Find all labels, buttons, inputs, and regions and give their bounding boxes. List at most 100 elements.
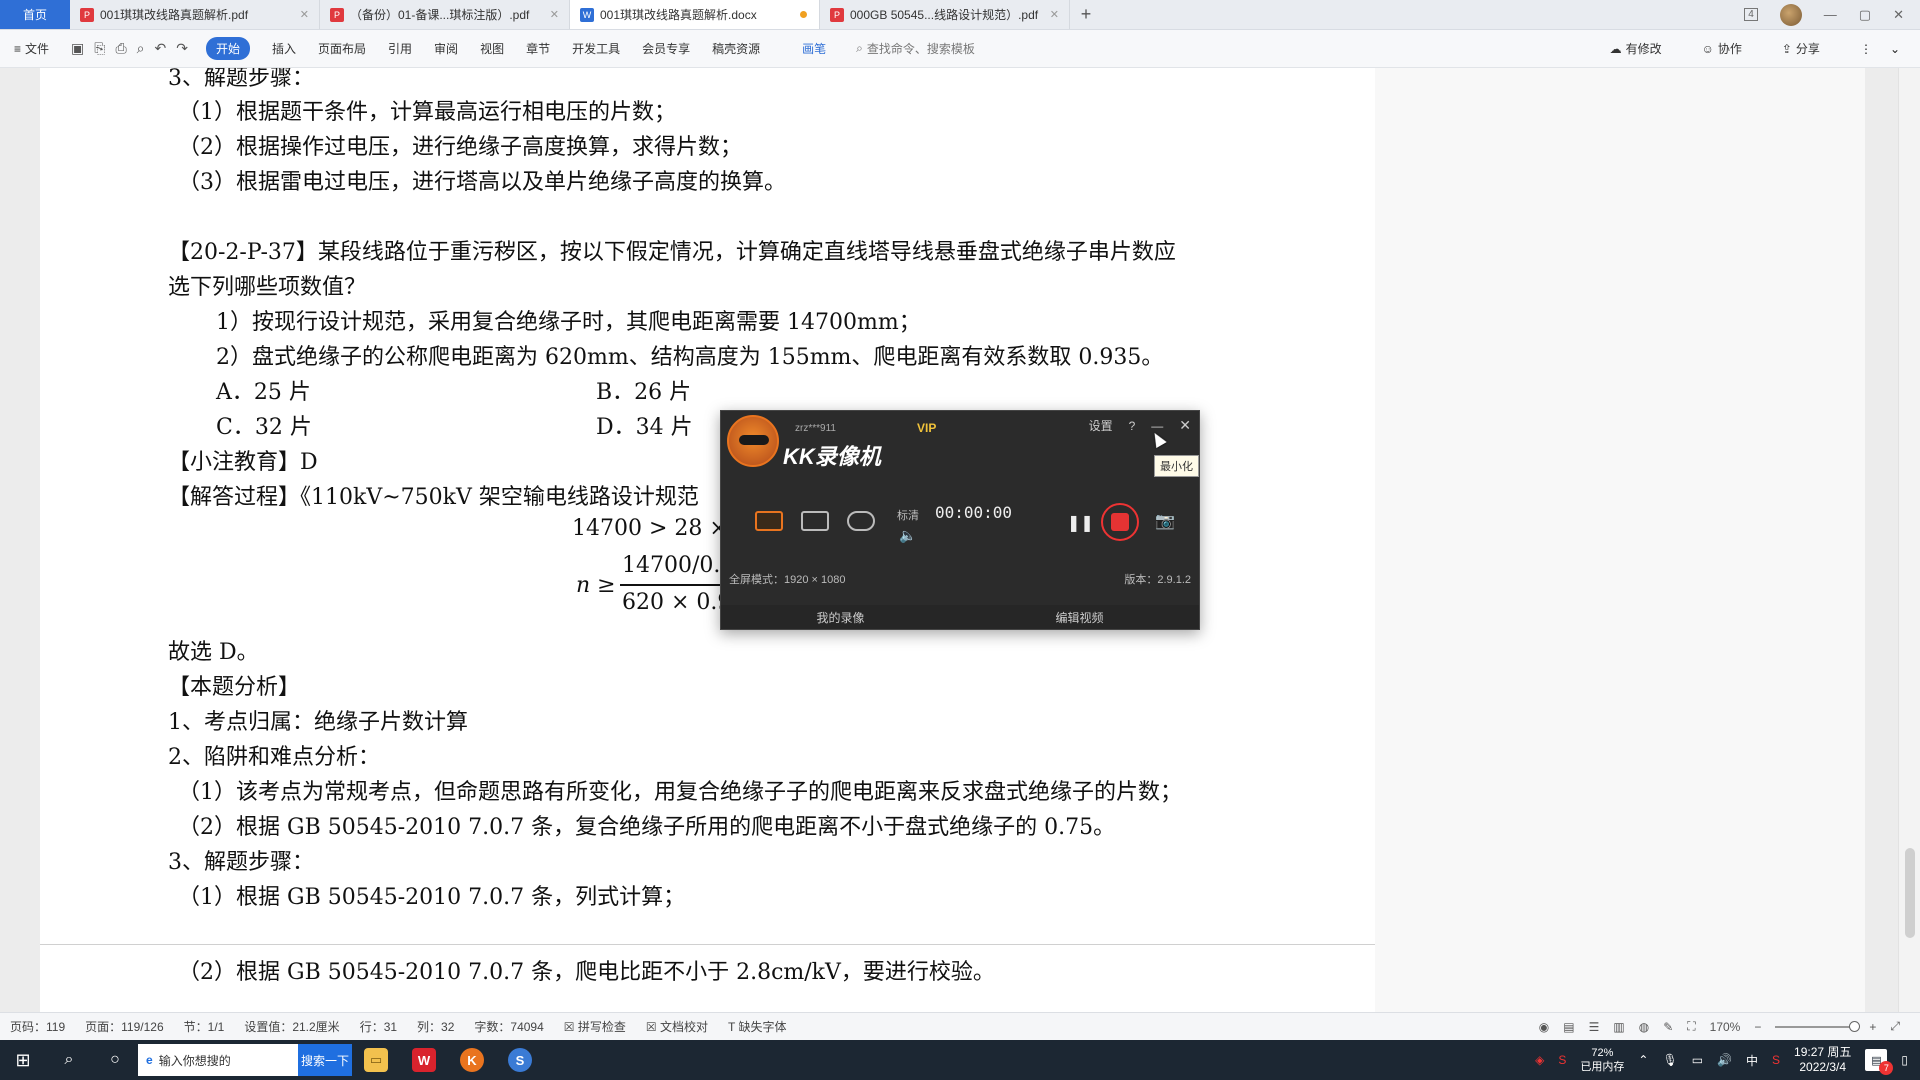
tab-reference[interactable]: 引用 (388, 40, 412, 57)
outline-view-icon[interactable]: ☰ (1589, 1020, 1600, 1034)
memory-indicator[interactable]: 72% 已用内存 (1580, 1046, 1624, 1074)
scrollbar-thumb[interactable] (1905, 848, 1915, 938)
tab-pen[interactable]: 画笔 (802, 40, 826, 57)
kk-quality[interactable]: 标清 (897, 507, 919, 523)
zoom-in-icon[interactable]: + (1869, 1020, 1876, 1034)
region-mode-icon[interactable] (801, 511, 829, 531)
fit-icon[interactable]: ⛶ (1687, 1019, 1695, 1034)
vertical-scrollbar[interactable] (1898, 68, 1920, 1012)
share-button[interactable]: ⇪ 分享 (1782, 40, 1820, 57)
chevron-down-icon[interactable]: ⌄ (1890, 42, 1900, 56)
pause-icon[interactable]: ❚❚ (1067, 513, 1094, 533)
status-words[interactable]: 字数：74094 (474, 1018, 543, 1035)
eye-icon[interactable]: ◉ (1539, 1020, 1549, 1034)
action-center-icon[interactable]: ▯ (1901, 1053, 1908, 1067)
stop-record-button[interactable] (1101, 503, 1139, 541)
zoom-slider[interactable] (1775, 1020, 1861, 1032)
share-icon: ⇪ (1781, 41, 1792, 56)
taskbar-app-explorer[interactable]: ▭ (352, 1040, 400, 1080)
tab-document-active[interactable]: W 001琪琪改线路真题解析.docx (570, 0, 820, 29)
clock[interactable]: 19:27 周五 2022/3/4 (1794, 1045, 1851, 1075)
taskbar-app-kk[interactable]: K (448, 1040, 496, 1080)
command-search[interactable]: ⌕ 查找命令、搜索模板 (856, 40, 975, 57)
speaker-icon[interactable]: 🔊 (1717, 1053, 1732, 1067)
proofread-button[interactable]: ☒ 文档校对 (646, 1018, 708, 1035)
redo-icon[interactable]: ↷ (176, 40, 188, 57)
search-icon[interactable]: ⌕ (46, 1051, 92, 1069)
tab-document[interactable]: P （备份）01-备课...琪标注版）.pdf ✕ (320, 0, 570, 29)
minimize-window-icon[interactable]: — (1824, 7, 1837, 22)
game-mode-icon[interactable] (847, 511, 875, 531)
more-icon[interactable]: ⋮ (1860, 42, 1872, 56)
tab-close-icon[interactable]: ✕ (300, 8, 309, 21)
web-view-icon[interactable]: ◍ (1639, 1020, 1649, 1034)
option-b: B．26 片 (596, 380, 692, 405)
save-icon[interactable]: ▣ (71, 40, 84, 57)
modified-button[interactable]: ☁ 有修改 (1610, 40, 1662, 57)
collab-button[interactable]: ☺ 协作 (1702, 40, 1742, 57)
undo-icon[interactable]: ↶ (155, 40, 167, 57)
tab-resources[interactable]: 稿壳资源 (712, 40, 760, 57)
chevron-up-icon[interactable]: ⌃ (1638, 1053, 1648, 1067)
tab-layout[interactable]: 页面布局 (318, 40, 366, 57)
zoom-slider-knob[interactable] (1849, 1020, 1861, 1032)
help-icon[interactable]: ? (1129, 419, 1136, 433)
taskbar-app-wps[interactable]: W (400, 1040, 448, 1080)
tab-start[interactable]: 开始 (205, 37, 250, 60)
tab-document[interactable]: P 001琪琪改线路真题解析.pdf ✕ (70, 0, 320, 29)
read-view-icon[interactable]: ▥ (1613, 1020, 1624, 1034)
kk-vip-badge[interactable]: VIP (917, 421, 936, 435)
volume-icon[interactable]: 🔈 (899, 527, 916, 544)
status-page-no[interactable]: 页码：119 (10, 1018, 65, 1035)
notification-icon[interactable]: ▤ 7 (1865, 1049, 1894, 1075)
tab-devtools[interactable]: 开发工具 (572, 40, 620, 57)
fullscreen-icon[interactable]: ⤢ (1890, 1019, 1900, 1034)
tray-app-icon[interactable]: ◈ (1535, 1053, 1544, 1067)
file-menu[interactable]: ≡ 文件 (14, 40, 49, 57)
tab-close-icon[interactable]: ✕ (1050, 8, 1059, 21)
fullscreen-mode-icon[interactable] (755, 511, 783, 531)
camera-icon[interactable]: 📷 (1155, 511, 1175, 531)
page-view-icon[interactable]: ▤ (1563, 1020, 1574, 1034)
tab-home[interactable]: 首页 (0, 0, 70, 29)
missing-font-button[interactable]: T 缺失字体 (728, 1018, 786, 1035)
tab-document[interactable]: P 000GB 50545...线路设计规范）.pdf ✕ (820, 0, 1070, 29)
status-pages[interactable]: 页面：119/126 (85, 1018, 164, 1035)
avatar[interactable] (1779, 3, 1802, 26)
taskbar-search-input[interactable]: e 输入你想搜的 (138, 1044, 298, 1076)
tab-close-icon[interactable]: ✕ (550, 8, 559, 21)
spell-check-button[interactable]: ☒ 拼写检查 (564, 1018, 626, 1035)
ime-icon[interactable]: 中 (1746, 1052, 1758, 1069)
checkbox-icon: ☒ (645, 1020, 660, 1034)
my-recordings-button[interactable]: 我的录像 (816, 609, 864, 626)
preview-icon[interactable]: ⌕ (137, 40, 145, 57)
close-icon[interactable]: ✕ (1179, 417, 1191, 434)
maximize-window-icon[interactable]: ▢ (1859, 7, 1871, 23)
new-tab-button[interactable]: + (1070, 0, 1102, 29)
pen-icon[interactable]: ✎ (1663, 1020, 1673, 1034)
tab-review[interactable]: 审阅 (434, 40, 458, 57)
export-icon[interactable]: ⎘ (94, 40, 105, 57)
zoom-out-icon[interactable]: − (1754, 1020, 1761, 1034)
taskbar-app-browser[interactable]: S (496, 1040, 544, 1080)
tray-wps-icon[interactable]: S (1558, 1053, 1566, 1067)
tab-member[interactable]: 会员专享 (642, 40, 690, 57)
windows-start-icon[interactable]: ⊞ (0, 1050, 46, 1071)
tray-sogou-icon[interactable]: S (1772, 1053, 1780, 1067)
tab-chapter[interactable]: 章节 (526, 40, 550, 57)
close-window-icon[interactable]: ✕ (1893, 7, 1904, 23)
cortana-icon[interactable]: ○ (92, 1051, 138, 1069)
kk-recorder-window[interactable]: zrz***911 VIP KK录像机 设置 ? — ✕ 标清 🔈 00:00:… (720, 410, 1200, 630)
network-icon[interactable]: ▭ (1692, 1053, 1703, 1067)
print-icon[interactable]: ⎙ (115, 40, 126, 57)
zoom-level[interactable]: 170% (1710, 1020, 1741, 1034)
tab-view[interactable]: 视图 (480, 40, 504, 57)
tab-insert[interactable]: 插入 (272, 40, 296, 57)
pdf-file-icon: P (330, 7, 344, 22)
microphone-icon[interactable]: 🎙 (1662, 1053, 1677, 1067)
tab-count-badge[interactable]: 4 (1744, 8, 1758, 21)
kk-settings-button[interactable]: 设置 (1089, 417, 1113, 434)
kk-user[interactable]: zrz***911 (795, 423, 836, 434)
edit-video-button[interactable]: 编辑视频 (1055, 609, 1103, 626)
taskbar-search-button[interactable]: 搜索一下 (298, 1044, 352, 1076)
